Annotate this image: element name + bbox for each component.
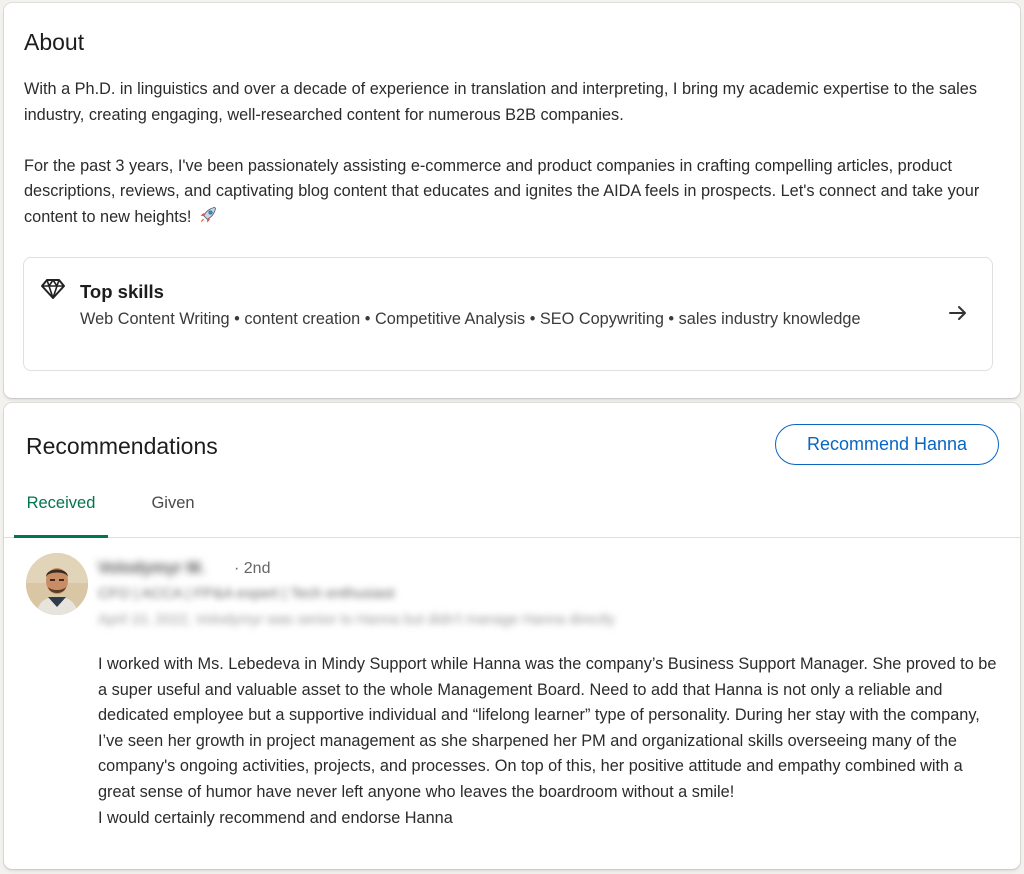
recommender-headline: CFO | ACCA | FP&A expert | Tech enthusia…	[98, 585, 395, 602]
recommendations-tabs: Received Given	[4, 481, 1020, 538]
arrow-right-icon[interactable]	[948, 305, 968, 321]
recommend-hanna-button[interactable]: Recommend Hanna	[775, 424, 999, 465]
about-text: With a Ph.D. in linguistics and over a d…	[24, 77, 1004, 230]
avatar[interactable]	[26, 553, 88, 615]
recommendation-closing: I would certainly recommend and endorse …	[98, 808, 453, 827]
top-skills-card[interactable]: Top skills Web Content Writing • content…	[23, 257, 993, 371]
about-paragraph-2-text: For the past 3 years, I've been passiona…	[24, 156, 980, 226]
recommendation-text: I worked with Ms. Lebedeva in Mindy Supp…	[98, 652, 1004, 831]
recommendation-item: Volodymyr M. · 2nd CFO | ACCA | FP&A exp…	[4, 539, 1020, 869]
tab-received[interactable]: Received	[14, 494, 108, 538]
recommender-name[interactable]: Volodymyr M.	[98, 559, 205, 578]
avatar-image	[26, 553, 88, 615]
recommendations-title: Recommendations	[26, 433, 218, 459]
recommendations-section: Recommendations Recommend Hanna Received…	[4, 403, 1020, 869]
diamond-icon	[41, 279, 65, 299]
top-skills-list: Web Content Writing • content creation •…	[80, 310, 861, 328]
connection-degree: · 2nd	[234, 560, 271, 577]
top-skills-title: Top skills	[80, 281, 164, 302]
recommendation-paragraph: I worked with Ms. Lebedeva in Mindy Supp…	[98, 655, 997, 801]
about-paragraph-2: For the past 3 years, I've been passiona…	[24, 154, 1004, 231]
tab-given[interactable]: Given	[134, 494, 212, 538]
about-section: About With a Ph.D. in linguistics and ov…	[4, 3, 1020, 398]
rocket-icon	[200, 206, 216, 222]
recommendation-meta: April 10, 2022, Volodymyr was senior to …	[98, 612, 616, 628]
about-paragraph-1: With a Ph.D. in linguistics and over a d…	[24, 80, 977, 124]
about-title: About	[24, 29, 85, 55]
active-tab-indicator	[14, 535, 108, 538]
